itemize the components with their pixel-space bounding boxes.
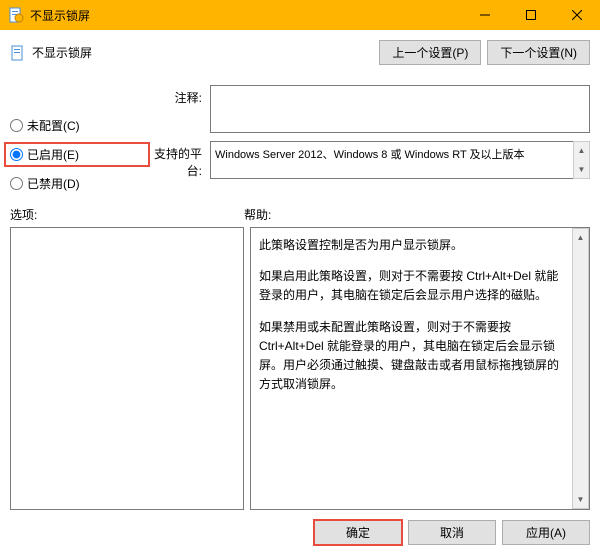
help-content: 此策略设置控制是否为用户显示锁屏。 如果启用此策略设置，则对于不需要按 Ctrl… xyxy=(251,228,572,509)
prev-setting-button[interactable]: 上一个设置(P) xyxy=(379,40,481,65)
radio-not-configured-input[interactable] xyxy=(10,119,23,132)
apply-button[interactable]: 应用(A) xyxy=(502,520,590,545)
radio-enabled-input[interactable] xyxy=(10,148,23,161)
scroll-down-icon[interactable]: ▼ xyxy=(573,491,588,508)
platform-text: Windows Server 2012、Windows 8 或 Windows … xyxy=(210,141,573,179)
radio-disabled[interactable]: 已禁用(D) xyxy=(10,173,150,194)
platform-label: 支持的平台: xyxy=(150,141,210,179)
scroll-down-icon[interactable]: ▼ xyxy=(574,161,589,178)
radio-not-configured[interactable]: 未配置(C) xyxy=(10,115,150,136)
policy-icon xyxy=(8,7,24,23)
help-p2: 如果启用此策略设置，则对于不需要按 Ctrl+Alt+Del 就能登录的用户，其… xyxy=(259,267,564,305)
radio-disabled-label: 已禁用(D) xyxy=(27,175,80,192)
help-panel: 此策略设置控制是否为用户显示锁屏。 如果启用此策略设置，则对于不需要按 Ctrl… xyxy=(250,227,590,510)
options-panel xyxy=(10,227,244,510)
window-title: 不显示锁屏 xyxy=(30,7,462,24)
scroll-up-icon[interactable]: ▲ xyxy=(574,142,589,159)
options-content xyxy=(11,228,243,509)
comment-textarea[interactable] xyxy=(210,85,590,133)
help-p3: 如果禁用或未配置此策略设置，则对于不需要按 Ctrl+Alt+Del 就能登录的… xyxy=(259,318,564,395)
radio-not-configured-label: 未配置(C) xyxy=(27,117,80,134)
window-controls xyxy=(462,0,600,30)
comment-label: 注释: xyxy=(150,85,210,106)
radio-enabled[interactable]: 已启用(E) xyxy=(4,142,150,167)
close-button[interactable] xyxy=(554,0,600,30)
scroll-up-icon[interactable]: ▲ xyxy=(573,229,588,246)
policy-icon xyxy=(10,45,26,61)
ok-button[interactable]: 确定 xyxy=(314,520,402,545)
next-setting-button[interactable]: 下一个设置(N) xyxy=(487,40,590,65)
titlebar[interactable]: 不显示锁屏 xyxy=(0,0,600,30)
dialog-title: 不显示锁屏 xyxy=(32,44,92,61)
minimize-button[interactable] xyxy=(462,0,508,30)
platform-scrollbar[interactable]: ▲ ▼ xyxy=(573,141,590,179)
help-p1: 此策略设置控制是否为用户显示锁屏。 xyxy=(259,236,564,255)
help-scrollbar[interactable]: ▲ ▼ xyxy=(572,228,589,509)
cancel-button[interactable]: 取消 xyxy=(408,520,496,545)
radio-enabled-label: 已启用(E) xyxy=(27,146,79,163)
help-label: 帮助: xyxy=(244,206,271,223)
radio-disabled-input[interactable] xyxy=(10,177,23,190)
maximize-button[interactable] xyxy=(508,0,554,30)
options-label: 选项: xyxy=(10,206,244,223)
